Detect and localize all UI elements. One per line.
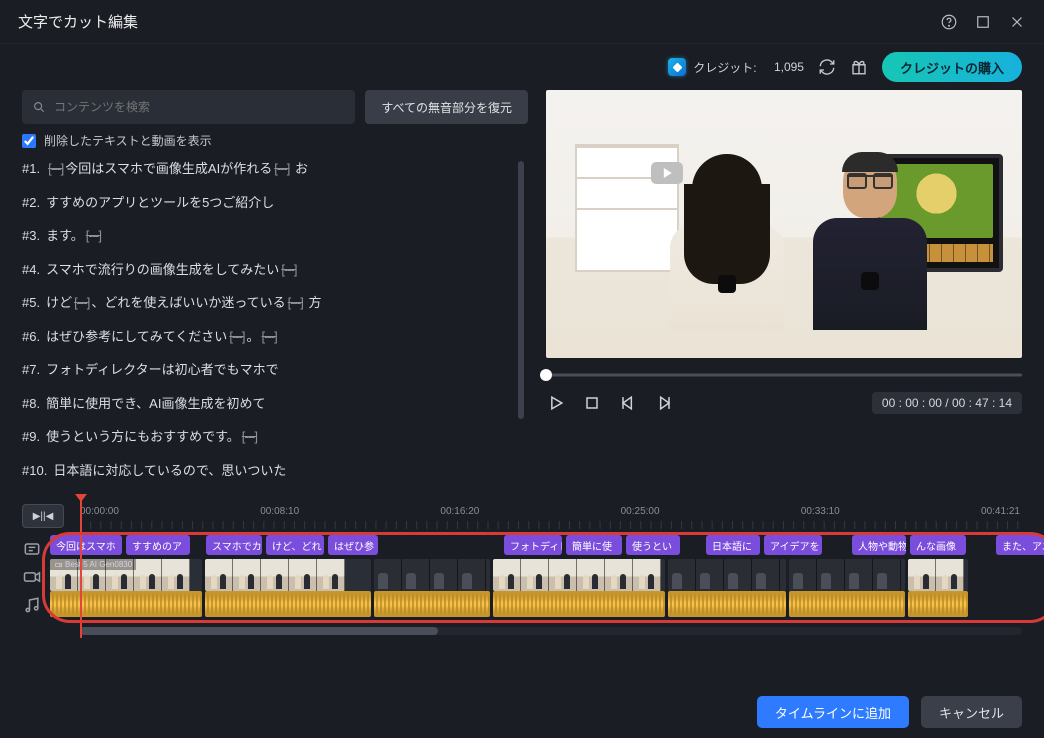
buy-credits-button[interactable]: クレジットの購入 [882,52,1022,82]
ruler-ticks [80,521,1022,529]
audio-clip[interactable] [668,591,786,617]
caption-chip[interactable]: けど、どれ [266,535,324,555]
caption-chip[interactable]: んな画像 [910,535,966,555]
stop-icon[interactable] [582,393,602,413]
ruler-mark: 00:33:10 [801,506,840,517]
audio-clip[interactable] [50,591,202,617]
show-deleted-input[interactable] [22,134,36,148]
audio-clip[interactable] [789,591,905,617]
timecode: 00 : 00 : 00 / 00 : 47 : 14 [872,392,1022,414]
video-clip[interactable] [205,559,371,591]
video-preview[interactable] [546,90,1022,358]
video-clip[interactable] [493,559,665,591]
label-track[interactable]: 今回はスマホすすめのアスマホでカけど、どれはぜひ参 フォトディレ簡単に使使うとい 日… [50,535,1044,555]
transcript-line[interactable]: #7.フォトディレクターは初心者でもマホで [22,360,510,380]
transcript-line[interactable]: #10.日本語に対応しているので、思いついた [22,461,510,481]
video-clip[interactable]: Best 5 AI Gen0830 [50,559,202,591]
restore-silence-button[interactable]: すべての無音部分を復元 [365,90,528,124]
prev-frame-icon[interactable] [618,393,638,413]
video-clip[interactable] [668,559,786,591]
diamond-icon [668,58,686,76]
transcript-line[interactable]: #4.スマホで流行りの画像生成をしてみたい[---] [22,260,510,280]
close-icon[interactable] [1008,13,1026,31]
show-deleted-label: 削除したテキストと動画を表示 [44,132,212,149]
help-icon[interactable] [940,13,958,31]
caption-chip[interactable]: アイデアを [764,535,822,555]
video-track[interactable]: Best 5 AI Gen0830 [50,559,1044,591]
show-deleted-checkbox[interactable]: 削除したテキストと動画を表示 [22,132,528,149]
caption-chip[interactable]: 日本語に [706,535,760,555]
transcript-line[interactable]: #8.簡単に使用でき、AI画像生成を初めて [22,394,510,414]
gift-icon[interactable] [850,58,868,76]
audio-clip[interactable] [374,591,490,617]
video-track-icon[interactable] [22,567,42,587]
caption-chip[interactable]: また、アニ [996,535,1044,555]
ruler-mark: 00:25:00 [621,506,660,517]
caption-chip[interactable]: 簡単に使 [566,535,622,555]
transcript-line[interactable]: #1.[---]今回はスマホで画像生成AIが作れる[---] お [22,159,510,179]
sequence-toggle-button[interactable]: ▶||◀ [22,504,64,528]
caption-chip[interactable]: スマホでカ [206,535,262,555]
add-to-timeline-button[interactable]: タイムラインに追加 [757,696,909,728]
time-ruler: 00:00:00 00:08:10 00:16:20 00:25:00 00:33:10… [22,506,1022,521]
search-field[interactable] [54,100,345,114]
video-clip[interactable] [789,559,905,591]
cancel-button[interactable]: キャンセル [921,696,1022,728]
transcript-line[interactable]: #5.けど[---]、どれを使えばいいか迷っている[---] 方 [22,293,510,313]
audio-clip[interactable] [908,591,968,617]
search-input[interactable] [22,90,355,124]
caption-chip[interactable]: 使うとい [626,535,680,555]
seek-bar[interactable] [546,372,1022,378]
credits-display: クレジット: 1,095 [668,58,804,76]
ruler-mark: 00:16:20 [440,506,479,517]
transcript-line[interactable]: #9.使うという方にもおすすめです。[---] [22,427,510,447]
search-icon [32,100,46,114]
audio-track[interactable] [50,591,1044,617]
transcript-line[interactable]: #2.すすめのアプリとツールを5つご紹介し [22,193,510,213]
audio-clip[interactable] [205,591,371,617]
transcript-line[interactable]: #6.はぜひ参考にしてみてください[---]。[---] [22,327,510,347]
transcript-line[interactable]: #3.ます。[---] [22,226,510,246]
caption-chip[interactable]: 人物や動物 [852,535,906,555]
ruler-mark: 00:41:21 [981,506,1020,517]
caption-chip[interactable]: はぜひ参 [328,535,378,555]
play-icon[interactable] [546,393,566,413]
video-clip[interactable] [908,559,968,591]
maximize-icon[interactable] [974,13,992,31]
audio-clip[interactable] [493,591,665,617]
ruler-mark: 00:00:00 [80,506,119,517]
caption-chip[interactable]: フォトディレ [504,535,562,555]
window-title: 文字でカット編集 [18,11,138,32]
next-frame-icon[interactable] [654,393,674,413]
audio-track-icon[interactable] [22,595,42,615]
text-track-icon[interactable] [22,539,42,559]
ruler-mark: 00:08:10 [260,506,299,517]
refresh-icon[interactable] [818,58,836,76]
caption-chip[interactable]: すすめのア [126,535,190,555]
transcript-list: #1.[---]今回はスマホで画像生成AIが作れる[---] お #2.すすめのア… [22,159,528,490]
caption-chip[interactable]: 今回はスマホ [50,535,122,555]
timeline-scrollbar[interactable] [80,627,1022,635]
video-clip[interactable] [374,559,490,591]
